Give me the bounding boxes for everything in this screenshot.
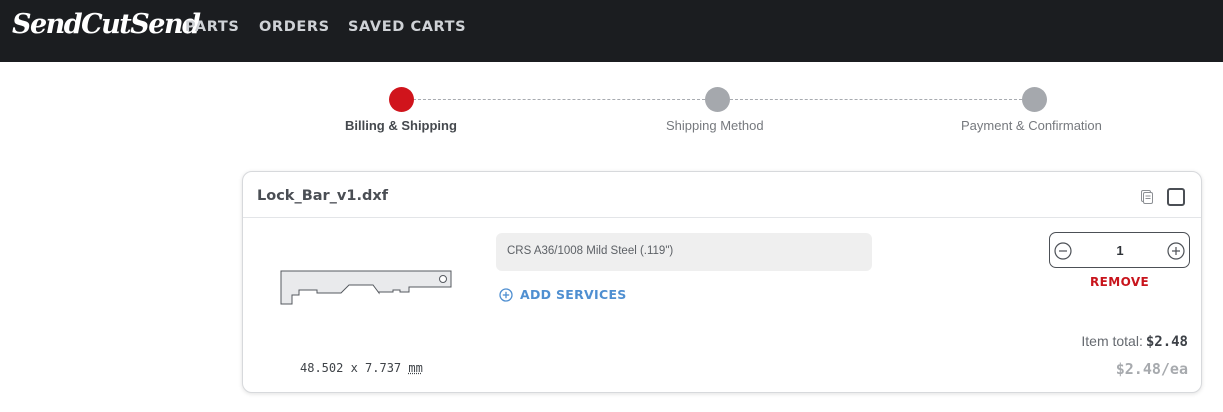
step-label-payment-confirmation: Payment & Confirmation	[961, 118, 1102, 133]
quantity-input[interactable]	[1084, 243, 1156, 258]
stepper-connector	[730, 99, 1022, 100]
material-label: CRS A36/1008 Mild Steel (.119")	[507, 245, 674, 257]
plus-circle-icon[interactable]	[1167, 242, 1185, 260]
card-divider	[243, 217, 1201, 218]
remove-item-button[interactable]: REMOVE	[1090, 275, 1149, 289]
nav-link-orders[interactable]: ORDERS	[259, 19, 330, 35]
part-preview-image	[280, 270, 452, 305]
quantity-stepper	[1049, 232, 1190, 268]
nav-link-parts[interactable]: PARTS	[185, 19, 239, 35]
add-circle-icon	[499, 287, 513, 302]
step-label-billing-shipping: Billing & Shipping	[345, 118, 457, 133]
top-navigation: SendCutSend PARTS ORDERS SAVED CARTS	[0, 0, 1223, 62]
step-dot-payment-confirmation	[1022, 87, 1047, 112]
part-filename: Lock_Bar_v1.dxf	[257, 188, 389, 204]
nav-link-saved-carts[interactable]: SAVED CARTS	[348, 19, 466, 35]
item-total-value: $2.48	[1145, 334, 1188, 350]
stepper-connector	[413, 99, 705, 100]
sendcutsend-logo[interactable]: SendCutSend	[12, 9, 201, 40]
step-dot-shipping-method	[705, 87, 730, 112]
unit-price: $2.48/ea	[1115, 360, 1188, 378]
step-dot-billing-shipping	[389, 87, 414, 112]
item-total-label: Item total:	[1081, 333, 1143, 349]
minus-circle-icon[interactable]	[1054, 242, 1072, 260]
step-label-shipping-method: Shipping Method	[666, 118, 764, 133]
copy-icon[interactable]	[1138, 188, 1154, 204]
item-total: Item total: $2.48	[1081, 333, 1188, 350]
add-services-label: ADD SERVICES	[520, 287, 627, 302]
cart-item-card: Lock_Bar_v1.dxf 48.502 x 7.737 mm CRS A3…	[242, 171, 1202, 393]
select-item-checkbox[interactable]	[1167, 188, 1185, 206]
part-dimensions-unit[interactable]: mm	[408, 361, 422, 375]
part-dimensions: 48.502 x 7.737 mm	[300, 361, 423, 375]
part-dimensions-value: 48.502 x 7.737	[300, 361, 402, 375]
material-selector[interactable]: CRS A36/1008 Mild Steel (.119")	[496, 233, 872, 271]
add-services-button[interactable]: ADD SERVICES	[499, 287, 627, 302]
